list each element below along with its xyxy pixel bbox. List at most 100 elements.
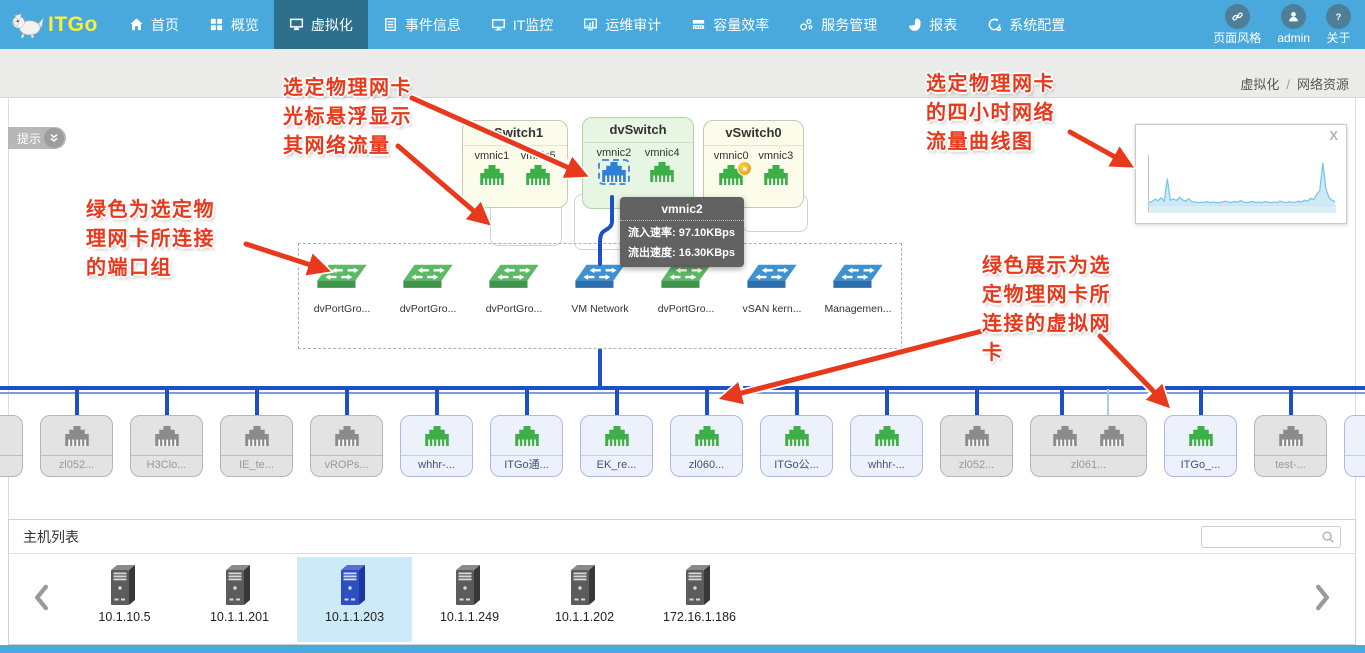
vm-card[interactable]: vROPs... (310, 415, 383, 477)
vm-card[interactable]: ITGo公... (760, 415, 833, 477)
nic-label: vmnic4 (645, 147, 680, 159)
monitor-icon (289, 17, 304, 32)
network-trunk-line (0, 386, 1365, 390)
host-item[interactable]: 172.16.1.186 (642, 557, 757, 642)
physical-nic-vmnic1[interactable]: vmnic1 (474, 150, 509, 185)
vm-card-slot: ITGo通... (490, 415, 563, 477)
gear-icon (987, 17, 1002, 32)
vm-nic-icon (605, 426, 629, 446)
port-group-node[interactable]: vSAN kern... (729, 264, 815, 348)
vm-card[interactable]: H3Clo... (130, 415, 203, 477)
breadcrumb-separator: / (1286, 77, 1290, 92)
next-page-chevron-icon[interactable] (1314, 584, 1331, 611)
nic-label: vmnic3 (758, 150, 793, 162)
nav-item-it-monitor[interactable]: IT监控 (476, 0, 568, 49)
nav-item-overview[interactable]: 概览 (194, 0, 274, 49)
vm-card[interactable]: zl060... (670, 415, 743, 477)
port-group-node[interactable]: dvPortGro... (643, 264, 729, 348)
nav-item-report[interactable]: 报表 (892, 0, 972, 49)
vm-nic-icon (785, 426, 809, 446)
vm-card[interactable]: zl052... (940, 415, 1013, 477)
portgroup-trunk-wire (598, 349, 602, 390)
nav-item-label: IT监控 (513, 15, 553, 35)
vm-card[interactable]: zl061... (1030, 415, 1147, 477)
server-tower-icon (340, 564, 370, 606)
host-item[interactable]: 10.1.1.202 (527, 557, 642, 642)
vm-wire (255, 389, 259, 416)
network-trunk-line-shadow (0, 392, 1365, 394)
vm-nic-icon (515, 426, 539, 446)
vm-name: EK_re... (581, 455, 652, 476)
port-group-node[interactable]: dvPortGro... (471, 264, 557, 348)
host-item[interactable]: 10.1.1.249 (412, 557, 527, 642)
nav-action-about[interactable]: ?关于 (1326, 4, 1351, 45)
server-tower-icon (110, 564, 140, 606)
vm-card[interactable]: IE_te... (220, 415, 293, 477)
nav-right: 页面风格 admin ?关于 (1213, 0, 1365, 49)
vm-card[interactable]: EK_re... (580, 415, 653, 477)
hint-button[interactable]: 提示 (8, 127, 66, 149)
port-group-node[interactable]: dvPortGro... (385, 264, 471, 348)
prev-page-chevron-icon[interactable] (33, 584, 50, 611)
vm-card-slot: test-... (1254, 415, 1327, 477)
nav-action-label: 关于 (1326, 31, 1350, 45)
vm-nic-icon (155, 426, 179, 446)
vm-card[interactable]: whhr-... (400, 415, 473, 477)
host-item[interactable]: 10.1.10.5 (67, 557, 182, 642)
host-list-panel: 主机列表 10.1.10.510.1.1.20110.1.1.20310.1.1… (8, 519, 1356, 645)
physical-nic-vmnic4[interactable]: vmnic4 (645, 147, 680, 182)
physical-nic-vmnic0[interactable]: vmnic0 (714, 150, 749, 185)
physical-nic-vmnic5[interactable]: vmnic5 (521, 150, 556, 185)
vm-nic-icon (1189, 426, 1213, 446)
nav-item-ops-audit[interactable]: 运维审计 (568, 0, 676, 49)
vm-card-slot: H3Clo... (130, 415, 203, 477)
host-item[interactable]: 10.1.1.201 (182, 557, 297, 642)
nav-item-home[interactable]: 首页 (114, 0, 194, 49)
vm-nic-icon (695, 426, 719, 446)
physical-nic-vmnic2[interactable]: vmnic2 (596, 147, 631, 182)
port-group-label: dvPortGro... (658, 303, 715, 315)
vm-name: ITGo_... (1165, 455, 1236, 476)
host-search-input[interactable] (1201, 526, 1341, 548)
vm-name: whhr-... (851, 455, 922, 476)
vm-card[interactable] (0, 415, 23, 477)
nic-icon (601, 162, 627, 182)
breadcrumb-item-virtualization[interactable]: 虚拟化 (1240, 77, 1279, 92)
vm-card[interactable] (1344, 415, 1365, 477)
hint-label: 提示 (17, 130, 41, 147)
host-ip: 10.1.1.201 (210, 610, 269, 624)
audit-icon (583, 17, 598, 32)
host-ip: 10.1.1.203 (325, 610, 384, 624)
port-group-node[interactable]: dvPortGro... (299, 264, 385, 348)
close-icon[interactable]: X (1329, 128, 1338, 143)
port-group-node[interactable]: VM Network (557, 264, 643, 348)
vm-wire (75, 389, 79, 416)
vm-card[interactable]: ITGo_... (1164, 415, 1237, 477)
annotation-2: 绿色为选定物 理网卡所连接 的端口组 (86, 196, 215, 283)
host-ip: 10.1.1.249 (440, 610, 499, 624)
nav-item-virtualization[interactable]: 虚拟化 (274, 0, 368, 49)
nav-action-admin[interactable]: admin (1277, 4, 1310, 45)
nav-item-label: 服务管理 (821, 15, 877, 35)
physical-nic-vmnic3[interactable]: vmnic3 (758, 150, 793, 185)
nav-item-sysconfig[interactable]: 系统配置 (972, 0, 1080, 49)
vm-card[interactable]: ITGo通... (490, 415, 563, 477)
switch-icon (489, 264, 539, 291)
vm-wire (1060, 389, 1064, 416)
vm-card[interactable]: zl052... (40, 415, 113, 477)
nav-item-events[interactable]: 事件信息 (368, 0, 476, 49)
vm-card-slot: whhr-... (850, 415, 923, 477)
nav-item-service[interactable]: 服务管理 (784, 0, 892, 49)
nav-item-label: 运维审计 (605, 15, 661, 35)
port-group-node[interactable]: Managemen... (815, 264, 901, 348)
top-nav: ITGo 首页概览虚拟化事件信息IT监控运维审计容量效率服务管理报表系统配置 页… (0, 0, 1365, 49)
vm-card[interactable]: whhr-... (850, 415, 923, 477)
nav-item-capacity[interactable]: 容量效率 (676, 0, 784, 49)
nav-action-page-style[interactable]: 页面风格 (1213, 4, 1261, 45)
host-item[interactable]: 10.1.1.203 (297, 557, 412, 642)
vm-card[interactable]: test-... (1254, 415, 1327, 477)
vm-card-slot: zl052... (40, 415, 113, 477)
breadcrumb-item-network[interactable]: 网络资源 (1297, 77, 1349, 92)
vm-wire (1199, 389, 1203, 416)
nic-label: vmnic2 (596, 147, 631, 159)
